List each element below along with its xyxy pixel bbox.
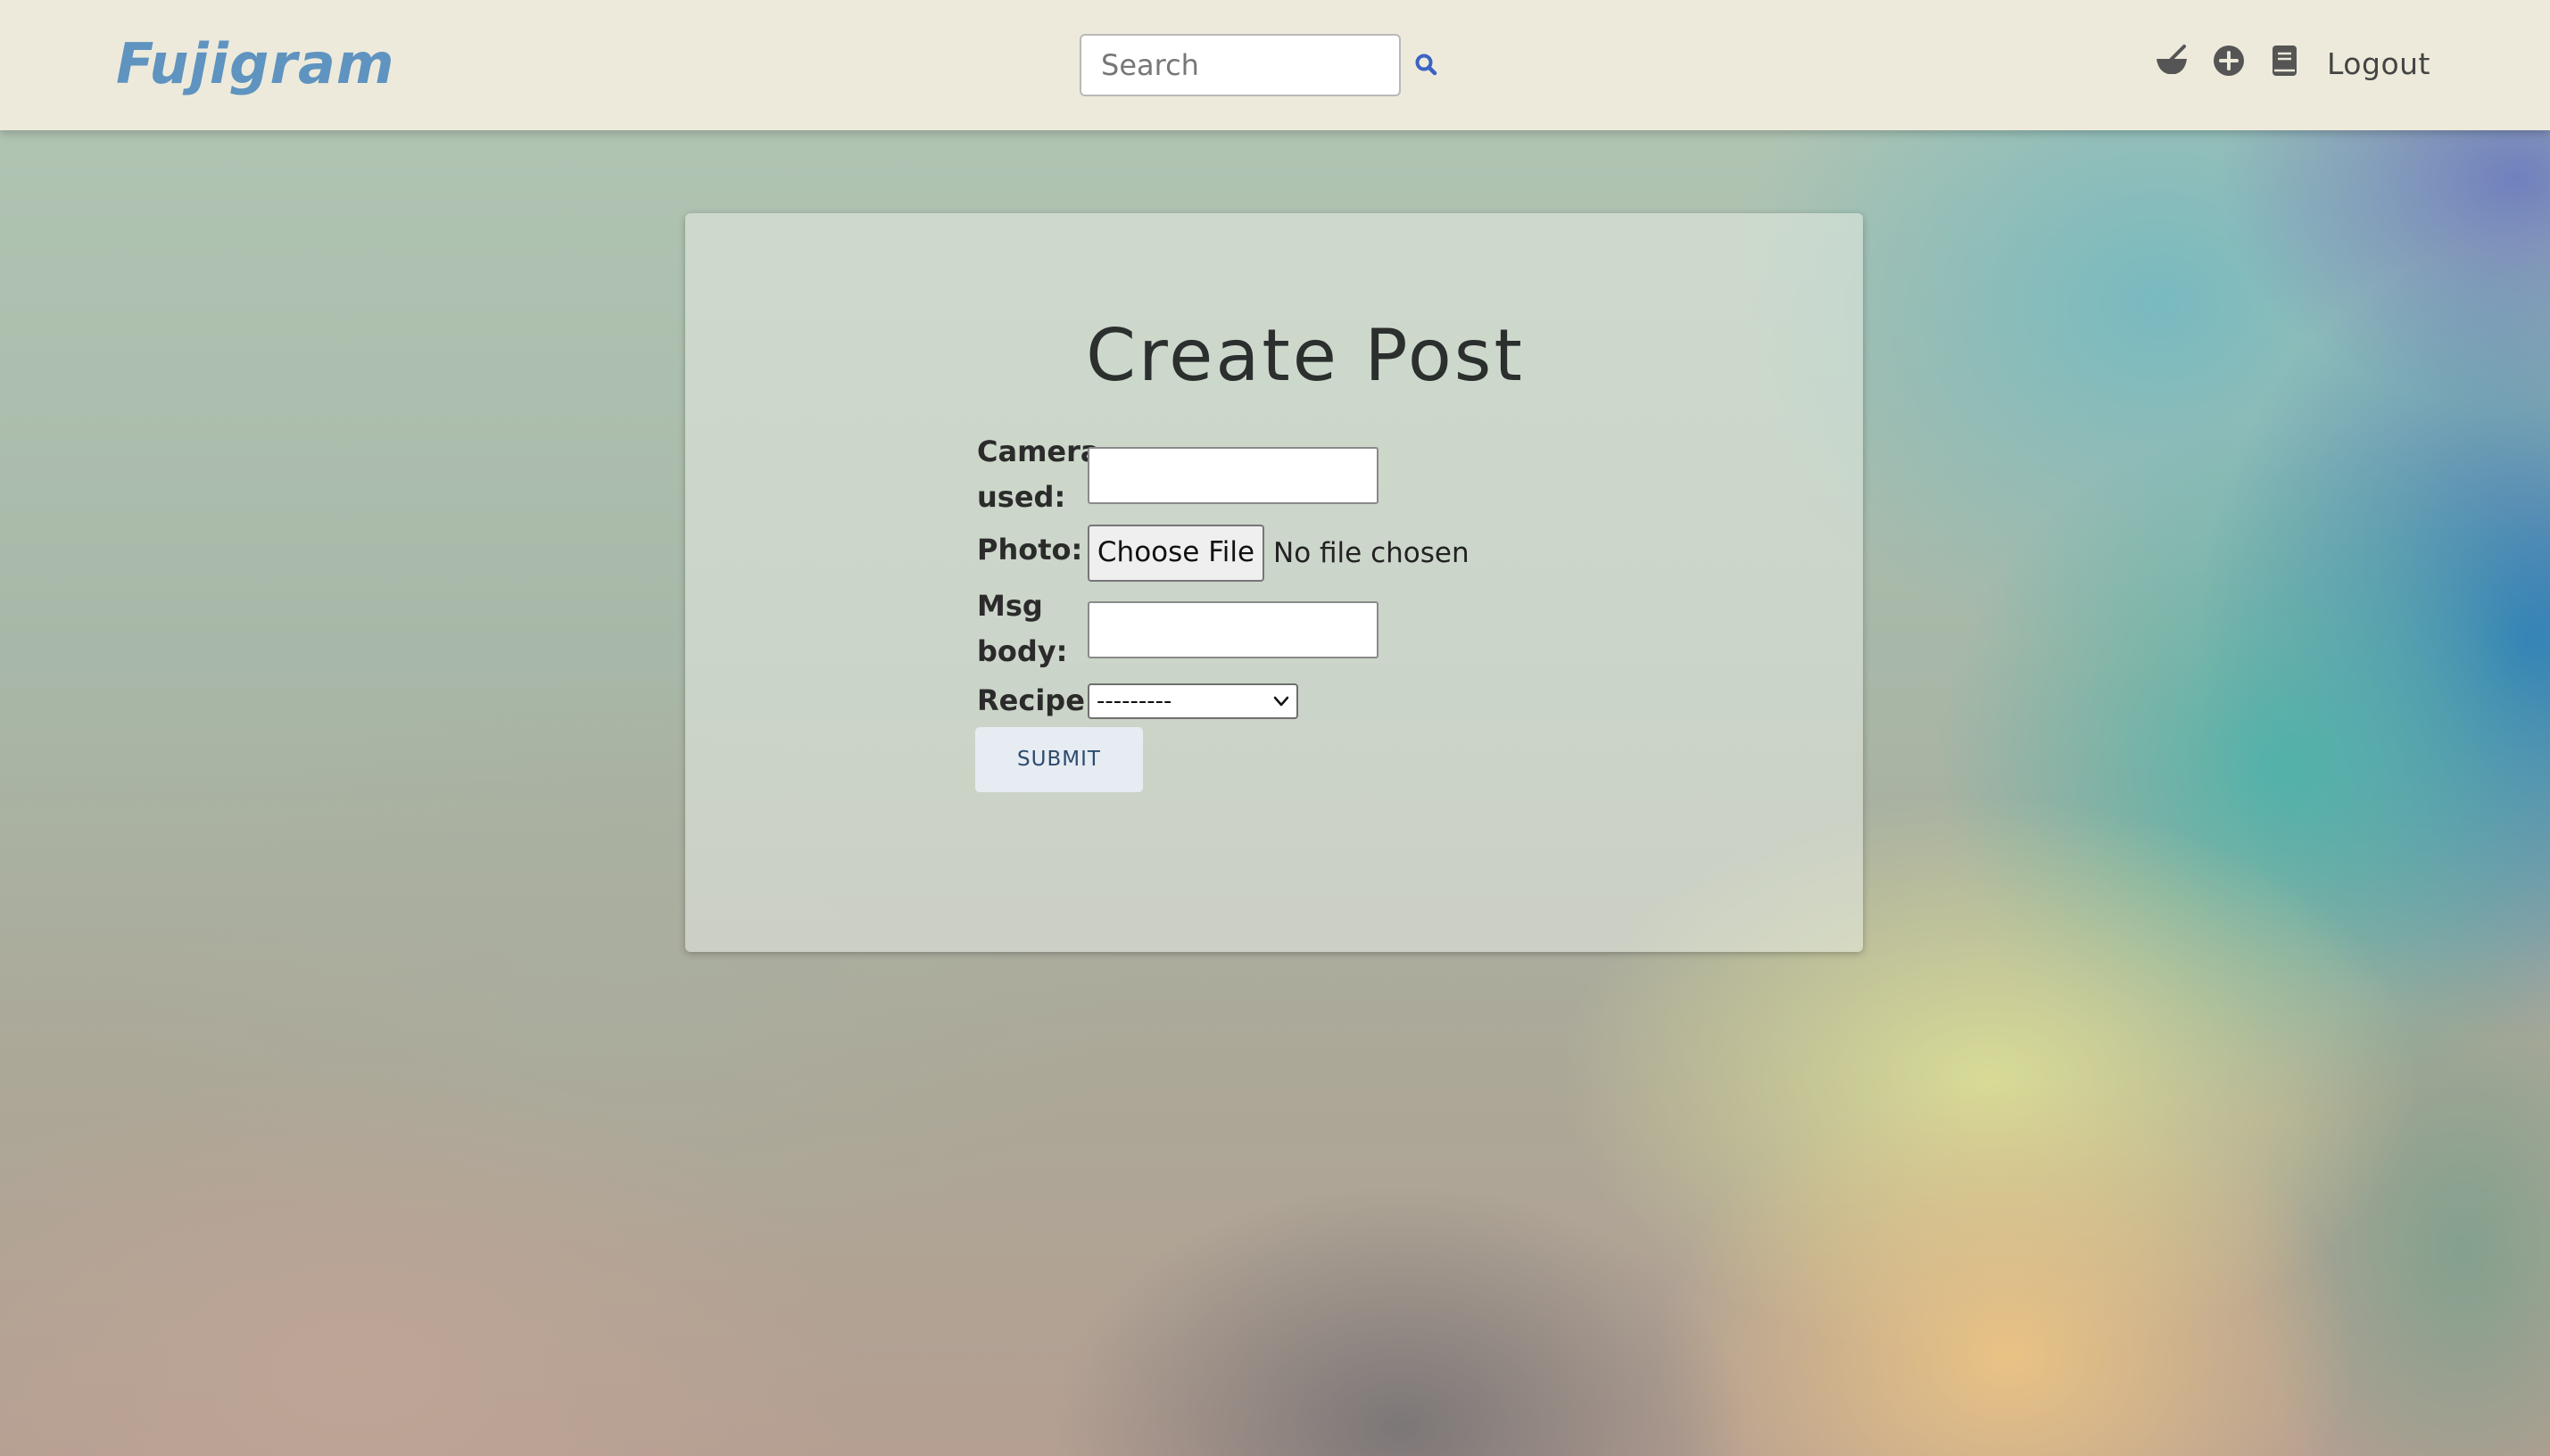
brand-logo[interactable]: Fujigram [116,25,394,103]
msg-body-label: Msg body: [977,589,1068,668]
search-input[interactable] [1080,34,1401,96]
top-navbar: Fujigram Logout [0,0,2550,130]
page-title: Create Post [1086,314,1525,397]
plus-circle-icon[interactable] [2211,43,2247,79]
recipe-select[interactable]: --------- [1088,683,1298,719]
file-status-text: No file chosen [1273,537,1470,569]
create-post-card: Create Post Camera used: Photo: Choose F… [685,213,1863,952]
bowl-icon[interactable] [2154,43,2190,79]
recipe-label: Recipe: [977,683,1097,717]
search-icon[interactable] [1412,50,1442,80]
book-icon[interactable] [2266,43,2302,79]
photo-label: Photo: [977,533,1083,567]
msg-body-input[interactable] [1088,601,1378,658]
choose-file-button[interactable]: Choose File [1088,525,1264,582]
submit-button[interactable]: SUBMIT [975,727,1143,792]
camera-used-input[interactable] [1088,447,1378,504]
logout-link[interactable]: Logout [2327,36,2430,93]
chevron-down-icon [1273,694,1289,708]
camera-used-label: Camera used: [977,434,1100,514]
recipe-select-value: --------- [1097,688,1172,715]
